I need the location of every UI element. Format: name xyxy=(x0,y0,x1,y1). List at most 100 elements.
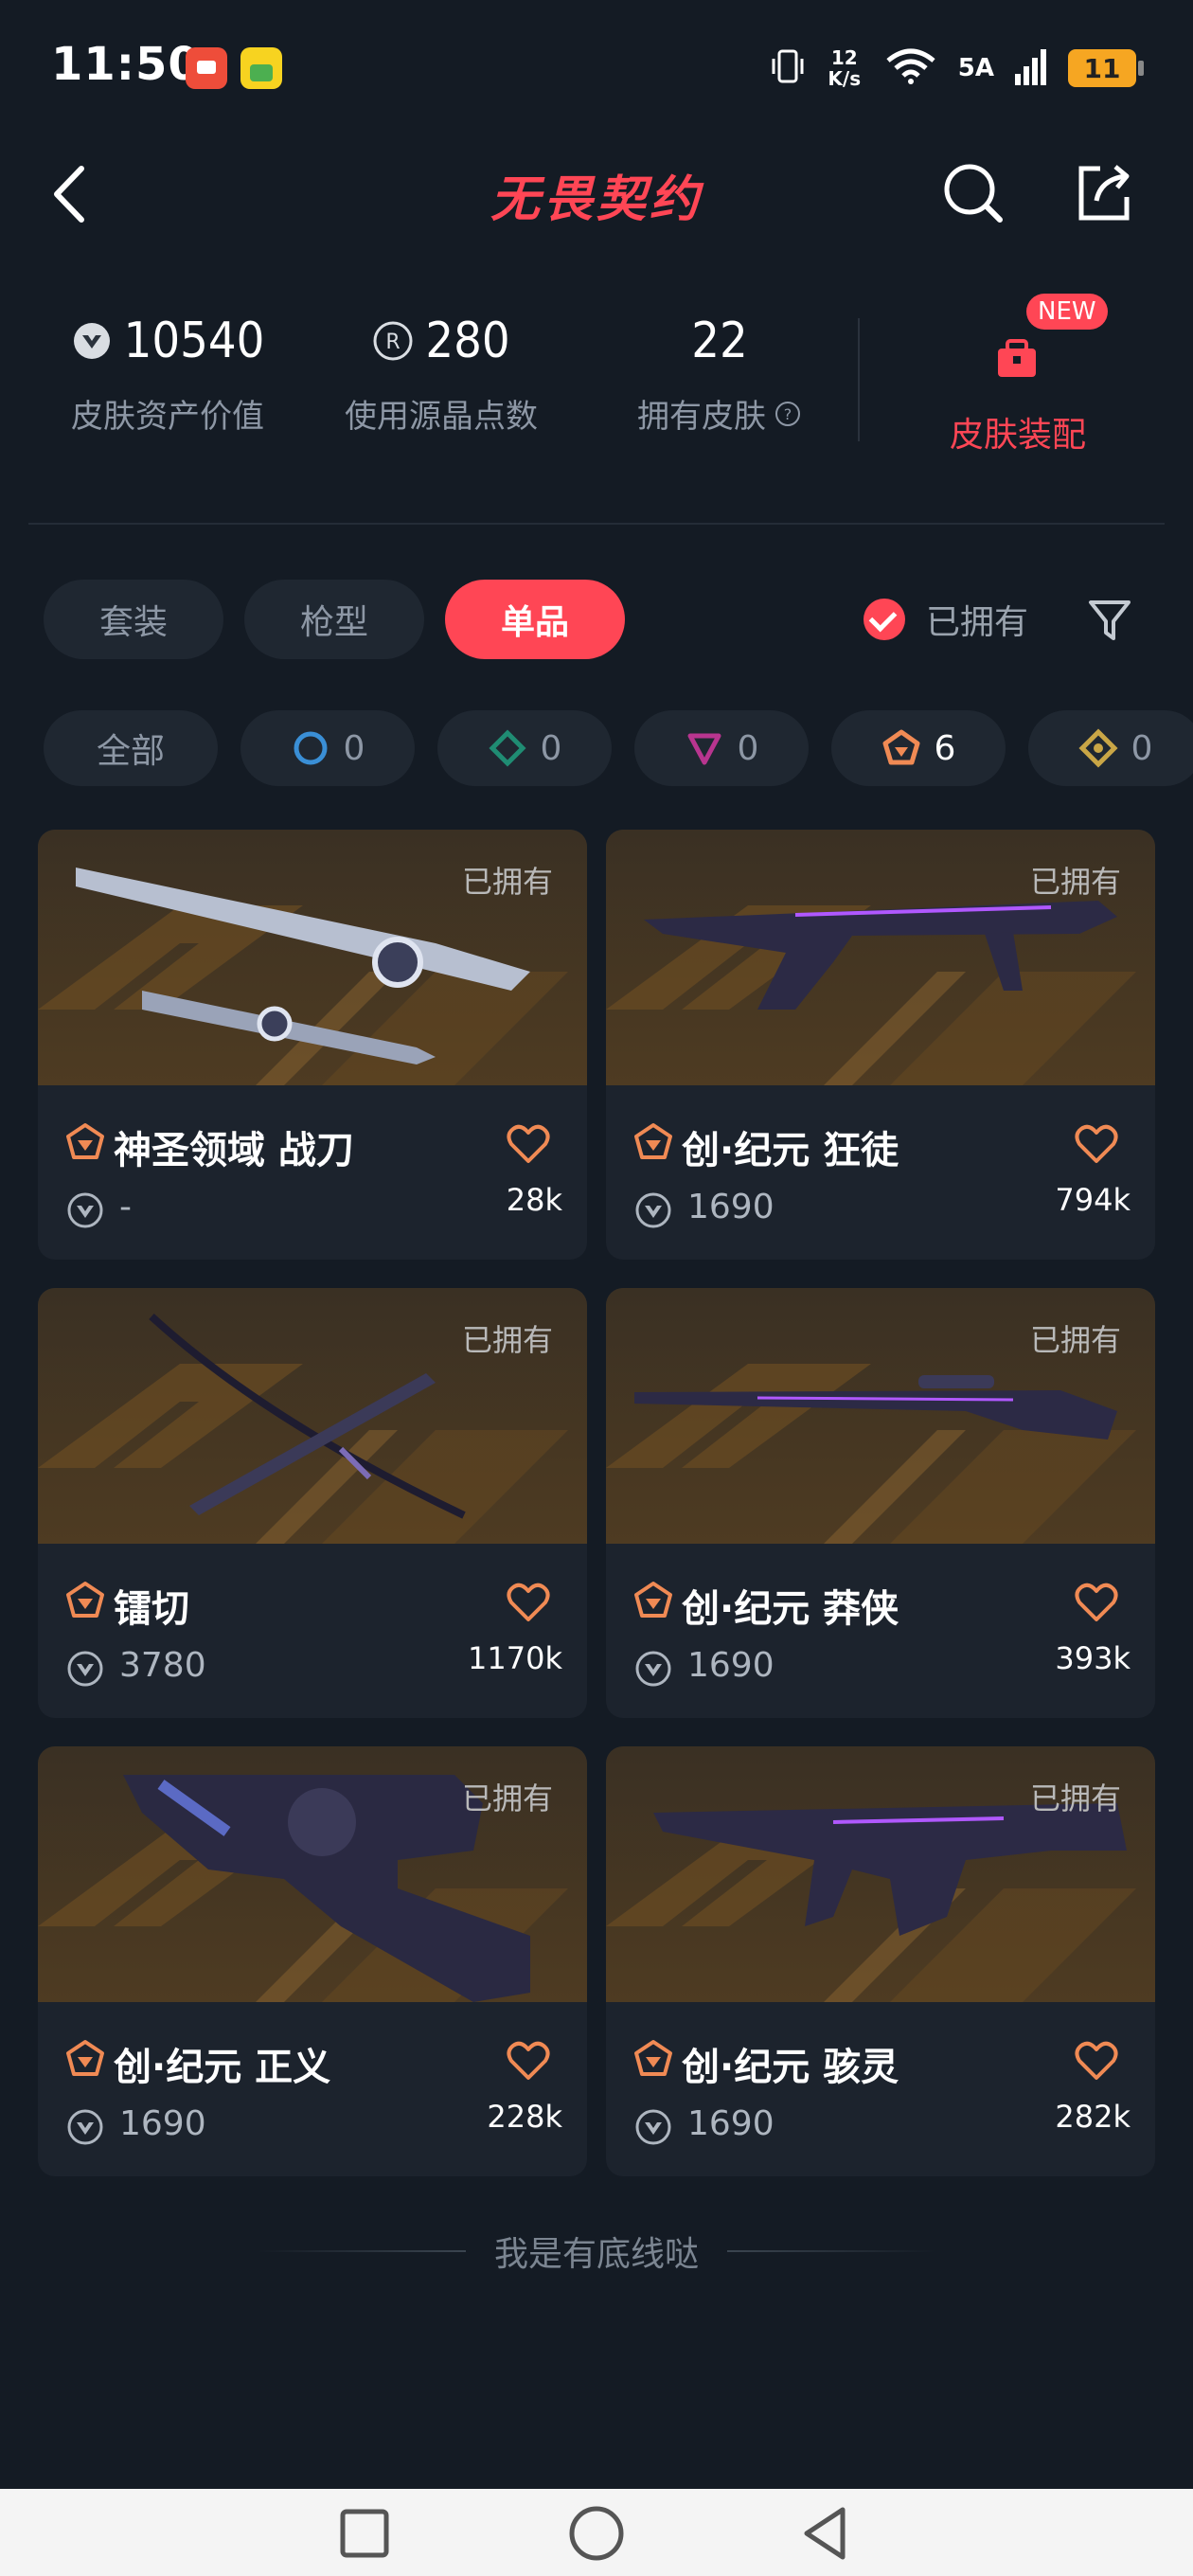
status-time: 11:50 xyxy=(51,38,201,91)
end-of-list: 我是有底线哒 xyxy=(0,2227,1193,2275)
stat-owned-skins[interactable]: 22 拥有皮肤 ? xyxy=(625,313,814,437)
valorant-points-icon xyxy=(67,2109,103,2145)
ultra-tier-icon xyxy=(1078,728,1118,768)
skin-card[interactable]: 已拥有 创·纪元 狂徒 1690 794k xyxy=(606,830,1155,1260)
svg-text:?: ? xyxy=(784,405,792,423)
exclusive-tier-icon xyxy=(634,1582,672,1618)
valorant-points-icon xyxy=(73,323,110,359)
select-tier-icon xyxy=(294,731,328,765)
tier-chip-premium[interactable]: 0 xyxy=(634,710,809,786)
skin-card[interactable]: 已拥有 创·纪元 莽侠 1690 393k xyxy=(606,1288,1155,1718)
status-indicators: 12 K/s 5A 11 xyxy=(771,42,1144,95)
skin-equip-button[interactable]: NEW 皮肤装配 xyxy=(918,294,1117,455)
tab-single-items[interactable]: 单品 xyxy=(445,580,625,659)
share-button[interactable] xyxy=(1068,157,1140,229)
skin-card[interactable]: 已拥有 创·纪元 正义 1690 228k xyxy=(38,1746,587,2176)
skin-card[interactable]: 已拥有 创·纪元 骇灵 1690 282k xyxy=(606,1746,1155,2176)
status-bar: 11:50 12 K/s 5A 11 xyxy=(0,0,1193,133)
owned-tag: 已拥有 xyxy=(461,864,553,900)
valorant-points-icon xyxy=(635,1192,671,1228)
filter-icon xyxy=(1089,600,1131,640)
skin-price: 3780 xyxy=(119,1646,206,1685)
end-line-left xyxy=(257,2250,466,2252)
exclusive-tier-icon xyxy=(66,1123,104,1159)
skin-name: 镭切 xyxy=(114,1587,189,1631)
video-app-notification-icon xyxy=(186,47,227,89)
valorant-points-icon xyxy=(67,1192,103,1228)
skin-name: 创·纪元 莽侠 xyxy=(682,1587,899,1631)
owned-tag: 已拥有 xyxy=(1029,1322,1121,1358)
stat-value: 280 xyxy=(425,313,510,369)
heart-icon[interactable] xyxy=(1074,1582,1119,1623)
tier-count: 0 xyxy=(540,728,562,768)
vibrate-icon xyxy=(771,47,805,90)
home-button[interactable] xyxy=(563,2500,630,2567)
tier-chip-select[interactable]: 0 xyxy=(240,710,415,786)
skin-name: 创·纪元 骇灵 xyxy=(682,2046,899,2089)
skin-card[interactable]: 已拥有 神圣领域 战刀 - 28k xyxy=(38,830,587,1260)
premium-tier-icon xyxy=(687,733,721,765)
tier-chip-all[interactable]: 全部 xyxy=(44,710,218,786)
signal-icon xyxy=(1015,47,1047,90)
tier-chip-exclusive[interactable]: 6 xyxy=(831,710,1006,786)
stat-value: 10540 xyxy=(123,313,265,369)
stat-label: 皮肤资产价值 xyxy=(71,398,264,436)
skin-price: 1690 xyxy=(687,2104,775,2143)
tab-weapon-types[interactable]: 枪型 xyxy=(244,580,424,659)
tier-chip-deluxe[interactable]: 0 xyxy=(437,710,612,786)
heart-icon[interactable] xyxy=(506,1123,551,1165)
skin-name: 创·纪元 正义 xyxy=(114,2046,331,2089)
tab-bundles[interactable]: 套装 xyxy=(44,580,223,659)
tier-count: 0 xyxy=(1131,728,1153,768)
like-count: 228k xyxy=(487,2099,562,2135)
svg-text:R: R xyxy=(386,331,401,354)
skin-image: 已拥有 xyxy=(38,1288,587,1544)
game-app-notification-icon xyxy=(240,47,282,89)
stat-label-text: 拥有皮肤 xyxy=(637,398,766,436)
system-back-button[interactable] xyxy=(793,2500,860,2567)
valorant-points-icon xyxy=(635,1651,671,1687)
skin-card[interactable]: 已拥有 镭切 3780 1170k xyxy=(38,1288,587,1718)
heart-icon[interactable] xyxy=(506,2040,551,2082)
owned-tag: 已拥有 xyxy=(461,1780,553,1816)
skin-image: 已拥有 xyxy=(606,1746,1155,2002)
like-count: 282k xyxy=(1055,2099,1131,2135)
exclusive-tier-icon xyxy=(66,2040,104,2076)
heart-icon[interactable] xyxy=(1074,1123,1119,1165)
like-count: 1170k xyxy=(468,1640,562,1676)
tier-count: 0 xyxy=(737,728,759,768)
skin-image: 已拥有 xyxy=(38,1746,587,2002)
end-line-right xyxy=(727,2250,935,2252)
skin-image: 已拥有 xyxy=(38,830,587,1085)
page-title: 无畏契约 xyxy=(490,171,703,228)
search-icon xyxy=(944,164,1003,223)
skin-image: 已拥有 xyxy=(606,830,1155,1085)
heart-icon[interactable] xyxy=(506,1582,551,1623)
search-button[interactable] xyxy=(937,157,1009,229)
new-badge: NEW xyxy=(1026,294,1108,330)
like-count: 393k xyxy=(1055,1640,1131,1676)
square-icon xyxy=(340,2509,389,2558)
valorant-points-icon xyxy=(635,2109,671,2145)
owned-tag: 已拥有 xyxy=(461,1322,553,1358)
owned-checkbox[interactable] xyxy=(864,599,905,640)
exclusive-tier-icon xyxy=(882,729,920,765)
filter-button[interactable] xyxy=(1081,591,1138,648)
heart-icon[interactable] xyxy=(1074,2040,1119,2082)
stat-skin-asset-value: 10540 皮肤资产价值 xyxy=(59,313,276,437)
tier-count: 0 xyxy=(343,728,365,768)
wifi-icon xyxy=(884,47,937,90)
stat-value: 22 xyxy=(691,313,748,369)
tier-chip-ultra[interactable]: 0 xyxy=(1028,710,1193,786)
recent-apps-button[interactable] xyxy=(331,2500,398,2567)
stat-label: 使用源晶点数 xyxy=(345,398,538,436)
skin-name: 创·纪元 狂徒 xyxy=(682,1129,899,1172)
triangle-back-icon xyxy=(804,2507,846,2560)
skin-price: 1690 xyxy=(119,2104,206,2143)
owned-tag: 已拥有 xyxy=(1029,1780,1121,1816)
owned-filter-toggle[interactable]: 已拥有 xyxy=(864,589,1028,650)
help-icon[interactable]: ? xyxy=(774,400,802,428)
deluxe-tier-icon xyxy=(489,729,526,767)
stats-divider xyxy=(858,318,860,441)
radianite-points-icon: R xyxy=(373,321,413,361)
